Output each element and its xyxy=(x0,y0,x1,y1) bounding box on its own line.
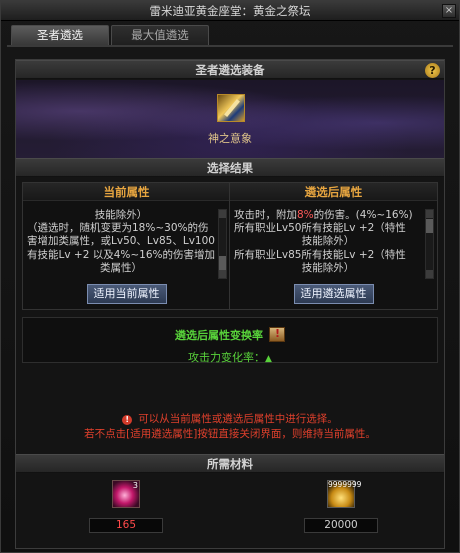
selected-line: 所有职业Lv85所有技能Lv +2（特性 xyxy=(234,248,406,261)
current-attribute-panel: 当前属性 技能除外） （遴选时，随机变更为18%~30%的伤 害增加类属性，或L… xyxy=(22,182,231,310)
main-panel: 圣者遴选装备 ? 神之意象 选择结果 当前属性 技能除外） （遴选时，随机变更为… xyxy=(15,59,445,549)
attack-change-row: 攻击力变化率：▲ xyxy=(23,349,437,365)
item-name: 神之意象 xyxy=(208,132,252,145)
attack-change-label: 攻击力变化率： xyxy=(188,351,266,364)
equipment-banner: 神之意象 xyxy=(16,80,444,158)
tab-saint-selection[interactable]: 圣者遴选 xyxy=(11,25,109,45)
selected-damage-value: 8% xyxy=(297,209,314,221)
change-rate-title: 遴选后属性变换率 xyxy=(175,329,263,342)
change-rate-box: 遴选后属性变换率 攻击力变化率：▲ xyxy=(22,317,438,365)
window-title: 雷米迪亚黄金座堂：黄金之祭坛 xyxy=(149,4,311,18)
current-line: 有技能Lv +2 以及4%~16%的伤害增加 xyxy=(27,248,215,261)
scroll-thumb[interactable] xyxy=(426,219,433,233)
selected-attribute-title: 遴选后属性 xyxy=(230,183,437,201)
apply-selected-button[interactable]: 适用遴选属性 xyxy=(293,284,374,304)
materials-section-title: 所需材料 xyxy=(207,457,253,471)
orb-material-icon[interactable]: 3 xyxy=(112,480,140,508)
help-icon[interactable]: ? xyxy=(425,63,440,78)
selected-attribute-panel: 遴选后属性 攻击时，附加8%的伤害。(4%~16%) 所有职业Lv50所有技能L… xyxy=(229,182,438,310)
result-section-header: 选择结果 xyxy=(16,158,444,177)
notice-line-2: 若不点击[适用遴选属性]按钮直接关闭界面，则维持当前属性。 xyxy=(84,428,376,440)
gold-coin-icon[interactable]: 9999999 xyxy=(327,480,362,508)
current-attribute-title: 当前属性 xyxy=(23,183,230,201)
selected-line1-suffix: 的伤害。(4%~16%) xyxy=(313,209,413,221)
tab-max-selection[interactable]: 最大值遴选 xyxy=(111,25,209,45)
warning-icon: ! xyxy=(122,415,133,425)
material-count: 20000 xyxy=(304,518,378,533)
material-stack-count: 3 xyxy=(132,481,138,490)
current-scrollbar[interactable] xyxy=(218,209,227,279)
selected-line: 技能除外） xyxy=(301,261,355,274)
up-arrow-icon: ▲ xyxy=(265,354,272,364)
info-book-icon[interactable] xyxy=(269,327,285,342)
change-rate-title-row: 遴选后属性变换率 xyxy=(23,327,437,343)
current-attribute-text: 技能除外） （遴选时，随机变更为18%~30%的伤 害增加类属性，或Lv50、L… xyxy=(27,209,215,279)
selected-line: 攻击时，附加8%的伤害。(4%~16%) xyxy=(234,209,422,222)
notice-line-1-row: ! 可以从当前属性或遴选后属性中进行选择。 xyxy=(16,412,444,427)
scroll-thumb[interactable] xyxy=(219,256,226,270)
material-stack-count: 9999999 xyxy=(328,480,362,489)
item-weapon-icon[interactable] xyxy=(217,94,245,122)
scroll-down-arrow-icon[interactable] xyxy=(219,270,226,278)
current-line: 害增加类属性，或Lv50、Lv85、Lv100所 xyxy=(27,235,215,248)
tab-bar: 圣者遴选 最大值遴选 xyxy=(11,25,209,45)
tab-divider xyxy=(7,45,453,47)
apply-current-button[interactable]: 适用当前属性 xyxy=(86,284,167,304)
scroll-up-arrow-icon[interactable] xyxy=(219,210,226,218)
scroll-down-arrow-icon[interactable] xyxy=(426,270,433,278)
close-button[interactable]: × xyxy=(442,4,456,18)
selected-line: 所有职业Lv50所有技能Lv +2（特性 xyxy=(234,222,406,235)
altar-window: 雷米迪亚黄金座堂：黄金之祭坛 × 圣者遴选 最大值遴选 圣者遴选装备 ? 神之意… xyxy=(0,0,460,553)
selected-attribute-text: 攻击时，附加8%的伤害。(4%~16%) 所有职业Lv50所有技能Lv +2（特… xyxy=(234,209,422,279)
notice-text: ! 可以从当前属性或遴选后属性中进行选择。 若不点击[适用遴选属性]按钮直接关闭界… xyxy=(16,412,444,442)
selected-line: 技能除外） xyxy=(301,235,355,248)
equipment-section-header: 圣者遴选装备 ? xyxy=(16,60,444,79)
materials-section-header: 所需材料 xyxy=(16,454,444,473)
material-count: 165 xyxy=(89,518,163,533)
scroll-up-arrow-icon[interactable] xyxy=(426,210,433,218)
selected-line1-prefix: 攻击时，附加 xyxy=(234,209,297,221)
equipment-section-title: 圣者遴选装备 xyxy=(195,63,265,77)
selected-scrollbar[interactable] xyxy=(425,209,434,279)
title-bar[interactable]: 雷米迪亚黄金座堂：黄金之祭坛 × xyxy=(1,1,459,21)
current-line: 技能除外） xyxy=(94,209,148,221)
notice-line-1: 可以从当前属性或遴选后属性中进行选择。 xyxy=(138,413,338,425)
result-section-title: 选择结果 xyxy=(207,161,253,175)
current-line: （遴选时，随机变更为18%~30%的伤 xyxy=(27,222,209,235)
current-line: 类属性） xyxy=(100,261,142,274)
